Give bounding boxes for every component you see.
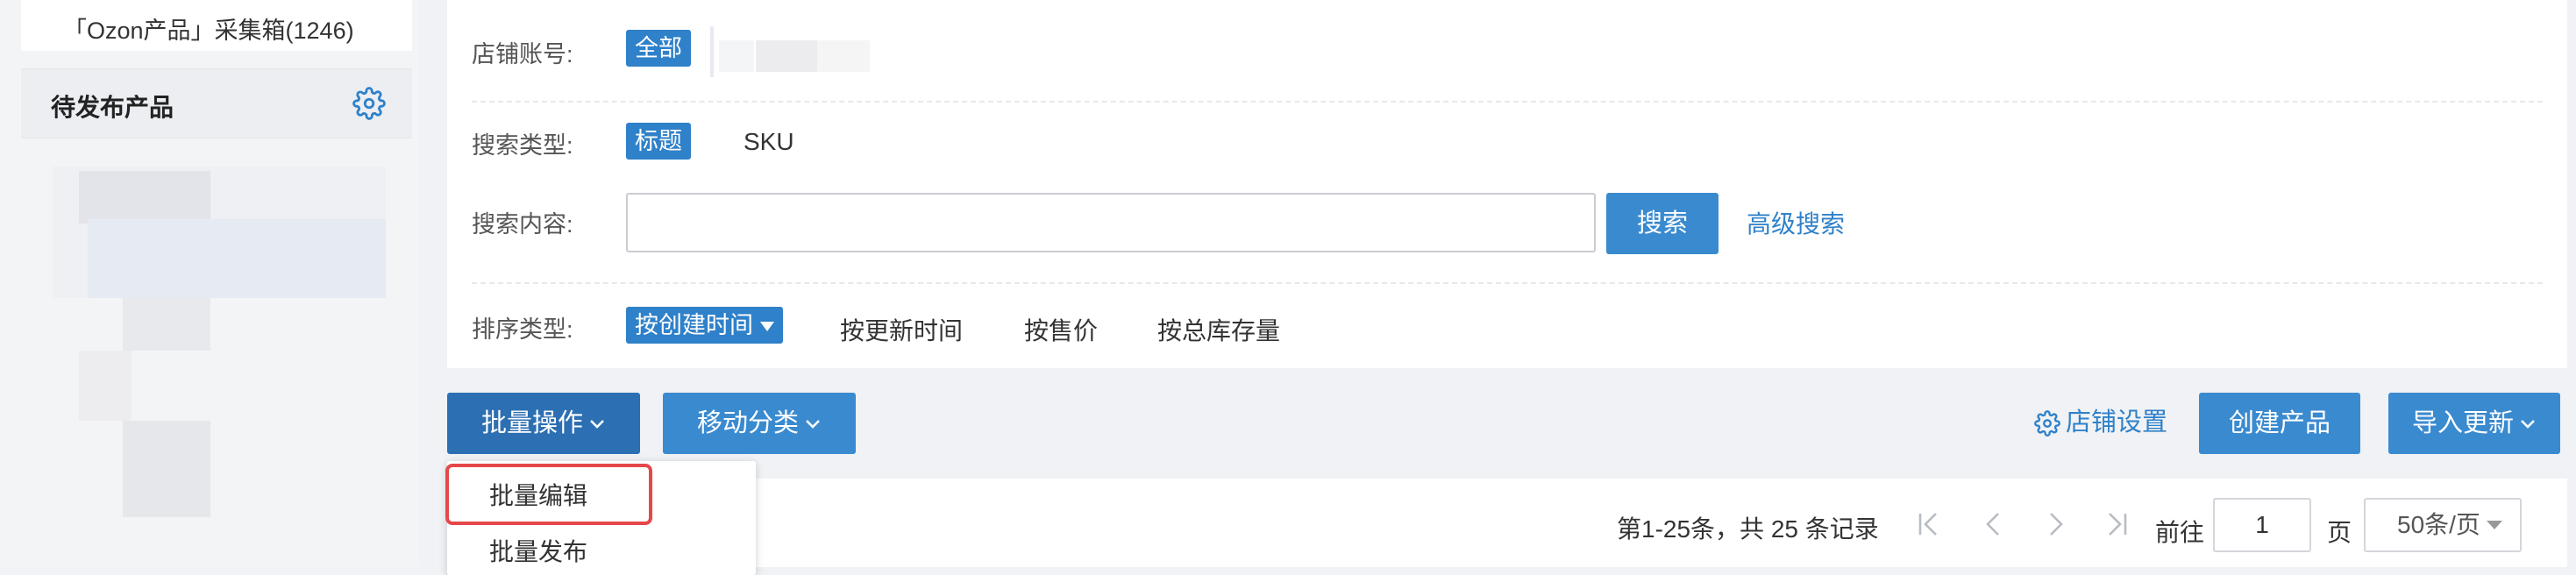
sort-by-price-option[interactable]: 按售价 <box>1024 312 1098 347</box>
caret-down-icon <box>760 322 774 332</box>
gear-icon[interactable] <box>352 87 386 120</box>
caret-down-icon <box>2487 521 2502 529</box>
sort-by-created-option[interactable]: 按创建时间 <box>626 307 783 344</box>
menu-item-batch-publish[interactable]: 批量发布 <box>489 533 587 568</box>
divider <box>472 101 2543 103</box>
button-label: 批量操作 <box>480 409 583 437</box>
goto-label: 前往 <box>2155 519 2205 546</box>
page-unit-label: 页 <box>2327 519 2352 546</box>
last-page-icon[interactable] <box>2099 507 2134 542</box>
next-page-icon[interactable] <box>2038 507 2073 542</box>
search-type-label: 搜索类型: <box>472 132 573 159</box>
shop-account-label: 店铺账号: <box>472 41 573 67</box>
blurred-shop-list <box>710 26 903 79</box>
search-type-title-option[interactable]: 标题 <box>626 123 691 160</box>
button-label: 导入更新 <box>2411 409 2514 437</box>
button-label: 移动分类 <box>696 409 799 437</box>
page-size-value: 50条/页 <box>2397 511 2480 538</box>
batch-operations-button[interactable]: 批量操作 <box>447 393 640 454</box>
divider <box>472 282 2543 284</box>
search-button[interactable]: 搜索 <box>1606 193 1719 254</box>
shop-account-all-option[interactable]: 全部 <box>626 30 691 67</box>
sidebar-item-ozon-collect-box[interactable]: 「Ozon产品」采集箱(1246) <box>21 0 412 51</box>
gear-icon <box>2034 410 2060 437</box>
page-size-select[interactable]: 50条/页 <box>2364 498 2522 552</box>
highlight-box <box>445 464 652 525</box>
chevron-down-icon <box>590 420 604 429</box>
previous-page-icon[interactable] <box>1976 507 2011 542</box>
sidebar-item-label: 待发布产品 <box>51 94 174 121</box>
sidebar-item-pending-publish[interactable]: 待发布产品 <box>21 68 412 138</box>
pagination-summary: 第1-25条，共 25 条记录 <box>1617 515 1879 543</box>
advanced-search-link[interactable]: 高级搜索 <box>1747 205 1845 240</box>
shop-settings-label: 店铺设置 <box>2066 408 2168 437</box>
chevron-down-icon <box>2521 420 2535 429</box>
sidebar-item-label: 「Ozon产品」采集箱(1246) <box>63 18 354 44</box>
sort-type-label: 排序类型: <box>472 316 573 343</box>
search-type-sku-option[interactable]: SKU <box>744 128 794 156</box>
sort-by-updated-option[interactable]: 按更新时间 <box>840 312 963 347</box>
import-update-button[interactable]: 导入更新 <box>2388 393 2560 454</box>
sort-by-stock-option[interactable]: 按总库存量 <box>1157 312 1280 347</box>
page-number-input[interactable]: 1 <box>2213 498 2311 552</box>
first-page-icon[interactable] <box>1911 507 1946 542</box>
create-product-button[interactable]: 创建产品 <box>2199 393 2360 454</box>
sidebar: 「Ozon产品」采集箱(1246) 待发布产品 <box>0 0 419 567</box>
move-category-button[interactable]: 移动分类 <box>663 393 856 454</box>
search-input[interactable] <box>626 193 1596 252</box>
chevron-down-icon <box>806 420 820 429</box>
pagination-bar: 第1-25条，共 25 条记录 前往 1 页 50条/页 <box>447 479 2567 567</box>
sort-option-label: 按创建时间 <box>635 312 753 338</box>
search-content-label: 搜索内容: <box>472 211 573 238</box>
shop-settings-link[interactable]: 店铺设置 <box>2034 403 2167 442</box>
filter-panel: 店铺账号: 全部 搜索类型: 标题 SKU 搜索内容: 搜索 高级搜索 排序类型… <box>447 0 2567 368</box>
